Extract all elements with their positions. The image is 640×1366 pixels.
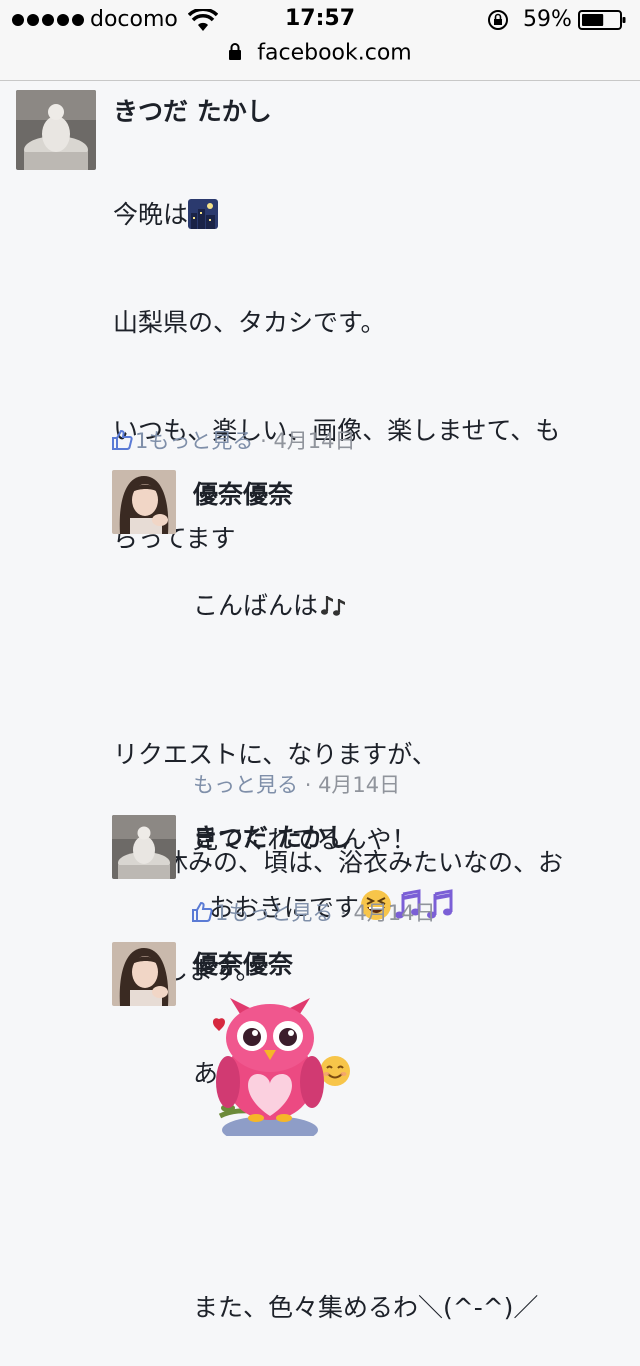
comment-date[interactable]: 4月14日 xyxy=(318,773,400,797)
like-count[interactable]: 1 xyxy=(215,901,228,925)
comment-date[interactable]: 4月14日 xyxy=(273,429,355,453)
like-icon[interactable] xyxy=(191,901,213,923)
lock-icon xyxy=(229,43,242,60)
comment-line: こんばんは xyxy=(193,586,623,625)
musical-notes-icon xyxy=(321,596,346,616)
comment-line: 今晩は xyxy=(113,197,628,233)
battery-percentage: 59% xyxy=(523,7,572,32)
night-city-icon xyxy=(188,199,219,229)
address-bar[interactable]: facebook.com xyxy=(0,40,640,76)
comment-meta: もっと見る · 4月14日 xyxy=(193,769,400,799)
avatar[interactable] xyxy=(112,815,176,879)
buddha-statue-photo xyxy=(112,815,176,879)
like-icon[interactable] xyxy=(111,429,133,451)
avatar[interactable] xyxy=(112,942,176,1006)
avatar[interactable] xyxy=(112,470,176,534)
owl-heart-sticker[interactable] xyxy=(200,996,340,1136)
comment-date[interactable]: 4月14日 xyxy=(353,901,435,925)
battery-icon xyxy=(578,10,626,30)
comment-line xyxy=(193,1171,623,1210)
see-more-link[interactable]: もっと見る xyxy=(193,773,298,797)
url-host: facebook.com xyxy=(257,40,412,66)
comment-author[interactable]: 優奈優奈 xyxy=(193,475,293,511)
comment-text: こんばんは 見てくれてるんや！ ありがとう また、色々集めるわ＼(^-^)／ xyxy=(193,508,623,1366)
meta-separator: · xyxy=(340,901,347,925)
comment-author[interactable]: きつだ たかし xyxy=(113,92,272,128)
profile-photo xyxy=(112,942,176,1006)
status-bar: docomo 17:57 59% xyxy=(0,0,640,40)
comment-meta: 1もっと見る · 4月14日 xyxy=(191,897,436,927)
meta-separator: · xyxy=(260,429,267,453)
profile-photo xyxy=(112,470,176,534)
see-more-link[interactable]: もっと見る xyxy=(228,901,333,925)
comment-author[interactable]: 優奈優奈 xyxy=(193,945,293,981)
browser-chrome: docomo 17:57 59% facebook.com xyxy=(0,0,640,81)
see-more-link[interactable]: もっと見る xyxy=(148,429,253,453)
comment-meta: 1もっと見る · 4月14日 xyxy=(111,425,356,455)
rotation-lock-icon xyxy=(488,10,508,30)
avatar[interactable] xyxy=(16,90,96,170)
comment-author[interactable]: きつだ たかし xyxy=(193,818,352,854)
like-count[interactable]: 1 xyxy=(135,429,148,453)
comment-line: また、色々集めるわ＼(^-^)／ xyxy=(193,1293,539,1322)
comment-line xyxy=(193,703,623,742)
comment-line: 山梨県の、タカシです。 xyxy=(113,308,386,337)
buddha-statue-photo xyxy=(16,90,96,170)
meta-separator: · xyxy=(304,773,312,797)
